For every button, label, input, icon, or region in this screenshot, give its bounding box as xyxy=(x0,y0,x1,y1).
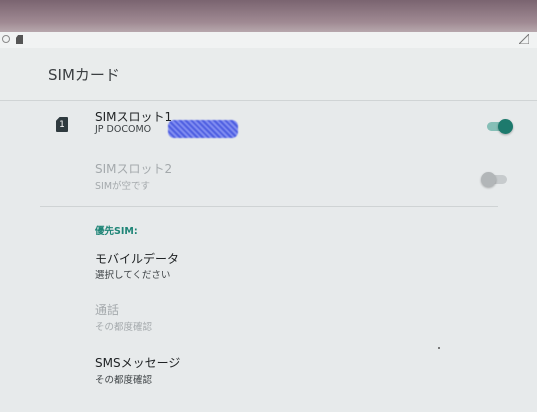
sim-slot-1-carrier: JP DOCOMO xyxy=(95,124,152,135)
mobile-data-title: モバイルデータ xyxy=(95,252,180,266)
calls-title: 通話 xyxy=(95,303,120,317)
preferred-sim-header: 優先SIM: xyxy=(95,226,138,237)
sd-card-icon xyxy=(16,35,23,44)
sms-title: SMSメッセージ xyxy=(95,356,181,370)
redacted-number xyxy=(168,120,238,138)
sim-slot-2-toggle xyxy=(481,172,507,187)
toggle-knob xyxy=(481,172,496,187)
divider xyxy=(40,206,498,207)
app-bar: SIMカード xyxy=(0,48,537,101)
screen-speck xyxy=(438,347,440,349)
sim-slot-1-label: SIMスロット1 xyxy=(95,110,173,124)
sms-value: その都度確認 xyxy=(95,375,153,386)
sim-card-icon: 1 xyxy=(56,117,68,132)
device-bezel xyxy=(0,0,537,32)
toggle-knob xyxy=(498,119,513,134)
mobile-data-value: 選択してください xyxy=(95,270,171,281)
signal-icon xyxy=(519,34,529,44)
sim-slot-2-label: SIMスロット2 xyxy=(95,162,173,176)
calls-value: その都度確認 xyxy=(95,322,153,333)
sim-slot-2-status: SIMが空です xyxy=(95,181,151,192)
status-bar xyxy=(0,32,537,48)
settings-content: 1 SIMスロット1 JP DOCOMO SIMスロット2 SIMが空です 優先… xyxy=(0,101,537,412)
sim-slot-1-toggle[interactable] xyxy=(487,119,513,134)
page-title: SIMカード xyxy=(48,66,120,84)
camera-notification-icon xyxy=(2,35,10,43)
